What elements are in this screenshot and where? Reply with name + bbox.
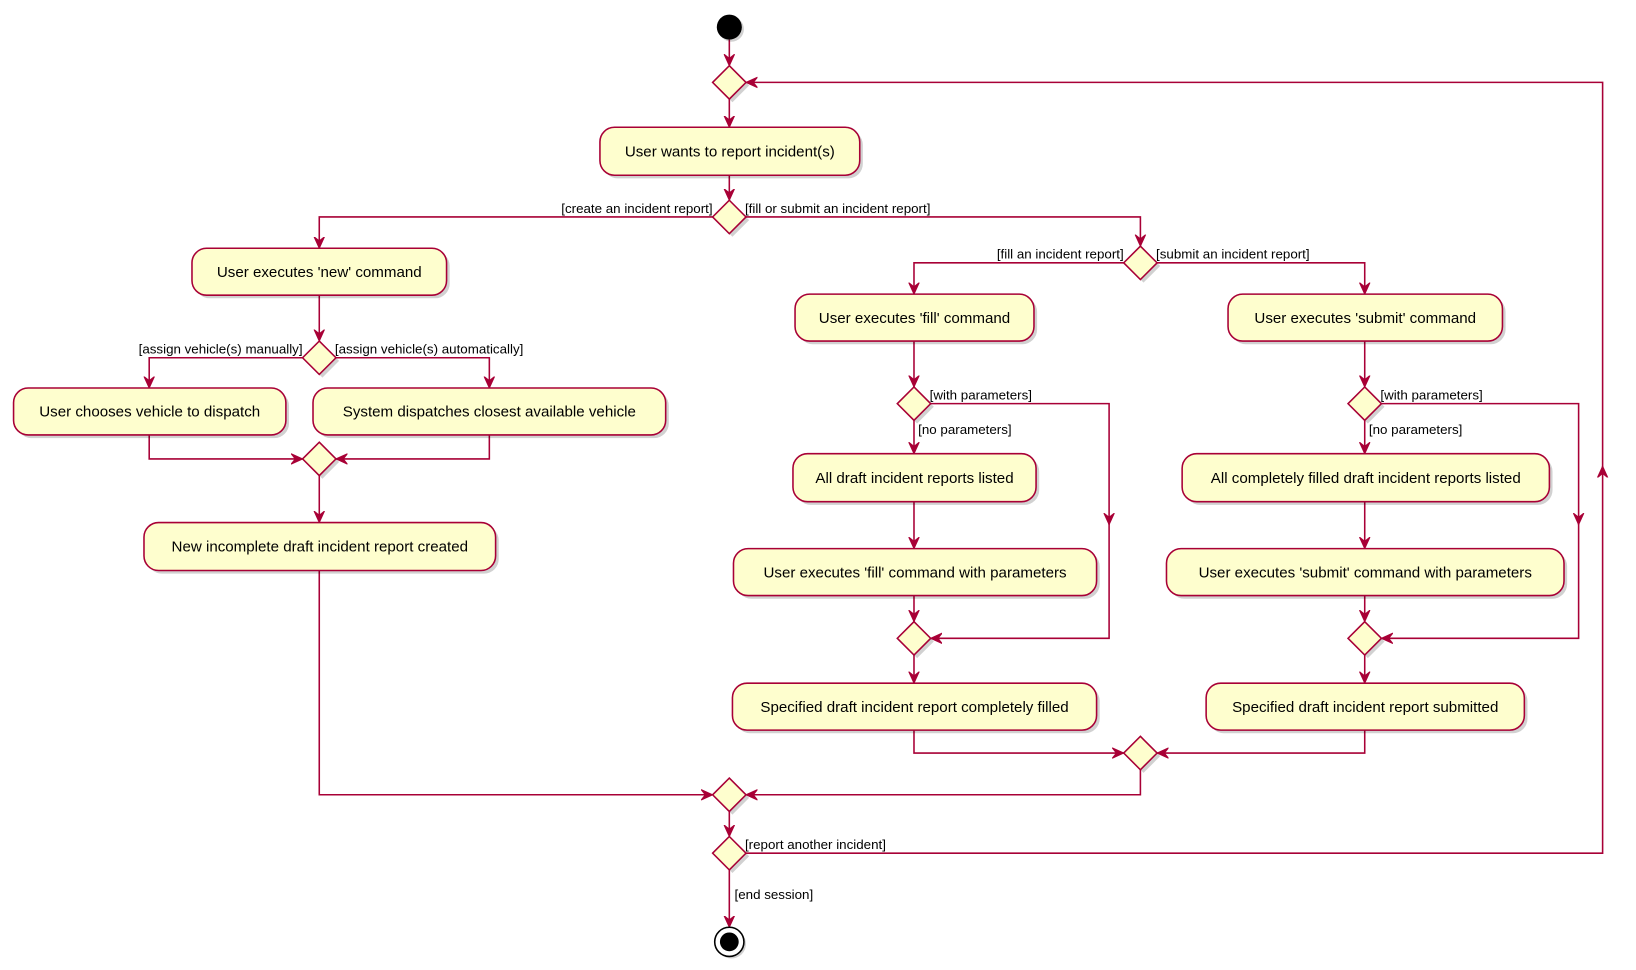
flow-arrow	[746, 216, 1140, 246]
activity-label: All completely filled draft incident rep…	[1211, 470, 1521, 487]
activity-label: User executes 'new' command	[217, 264, 422, 281]
activity-label: User chooses vehicle to dispatch	[39, 404, 260, 421]
guard-create: [create an incident report]	[561, 201, 712, 216]
guard-fill-with-params: [with parameters]	[930, 387, 1032, 402]
decision-diamond	[711, 835, 748, 871]
activity-label: User executes 'fill' command	[819, 310, 1010, 327]
end-node-core	[719, 932, 739, 952]
guard-end-session: [end session]	[735, 887, 814, 902]
guard-assign-manual: [assign vehicle(s) manually]	[139, 342, 303, 357]
activity-label: New incomplete draft incident report cre…	[172, 539, 469, 556]
activity-label: System dispatches closest available vehi…	[343, 404, 636, 421]
activity-diagram: User wants to report incident(s) User exe…	[12, 14, 1636, 959]
activity-label: Specified draft incident report complete…	[760, 699, 1068, 716]
decision-diamond	[301, 339, 338, 376]
decision-diamond	[711, 199, 748, 235]
guard-fill-no-params: [no parameters]	[918, 422, 1011, 437]
flow-arrow	[913, 730, 1124, 753]
guard-fill-or-submit: [fill or submit an incident report]	[745, 201, 930, 216]
decision-diamond	[896, 620, 932, 657]
guard-submit-with-params: [with parameters]	[1380, 387, 1482, 402]
flow-arrow	[149, 356, 303, 388]
flow-arrow	[746, 769, 1142, 795]
decision-diamond	[711, 64, 748, 101]
activity-label: All draft incident reports listed	[815, 470, 1013, 487]
flow-arrow	[746, 82, 1604, 475]
guard-submit-no-params: [no parameters]	[1369, 422, 1462, 437]
flow-arrow	[319, 216, 713, 248]
decision-diamond	[711, 776, 748, 813]
flow-arrow	[336, 434, 491, 459]
activity-label: User executes 'submit' command with para…	[1199, 564, 1533, 581]
decision-diamond	[1346, 385, 1383, 422]
nodes: User wants to report incident(s) User exe…	[12, 14, 1568, 959]
guard-fill: [fill an incident report]	[997, 247, 1124, 262]
guard-submit: [submit an incident report]	[1156, 247, 1310, 262]
flow-arrow	[914, 262, 1124, 294]
flow-arrow	[1157, 262, 1365, 294]
guard-report-another: [report another incident]	[745, 837, 886, 852]
decision-diamond	[1346, 620, 1383, 657]
guard-assign-auto: [assign vehicle(s) automatically]	[335, 342, 523, 357]
decision-diamond	[1122, 735, 1159, 771]
decision-diamond	[896, 385, 932, 422]
activity-label: User executes 'submit' command	[1254, 310, 1476, 327]
decision-diamond	[1122, 245, 1159, 281]
flow-arrow	[1157, 730, 1366, 753]
flow-arrow	[148, 434, 302, 459]
flow-arrow	[335, 356, 489, 388]
activity-label: User executes 'fill' command with parame…	[763, 564, 1067, 581]
activity-label: User wants to report incident(s)	[625, 143, 835, 160]
activity-label: Specified draft incident report submitte…	[1232, 699, 1498, 716]
decision-diamond	[301, 441, 338, 477]
start-node	[716, 14, 742, 40]
flow-arrow	[318, 570, 712, 795]
